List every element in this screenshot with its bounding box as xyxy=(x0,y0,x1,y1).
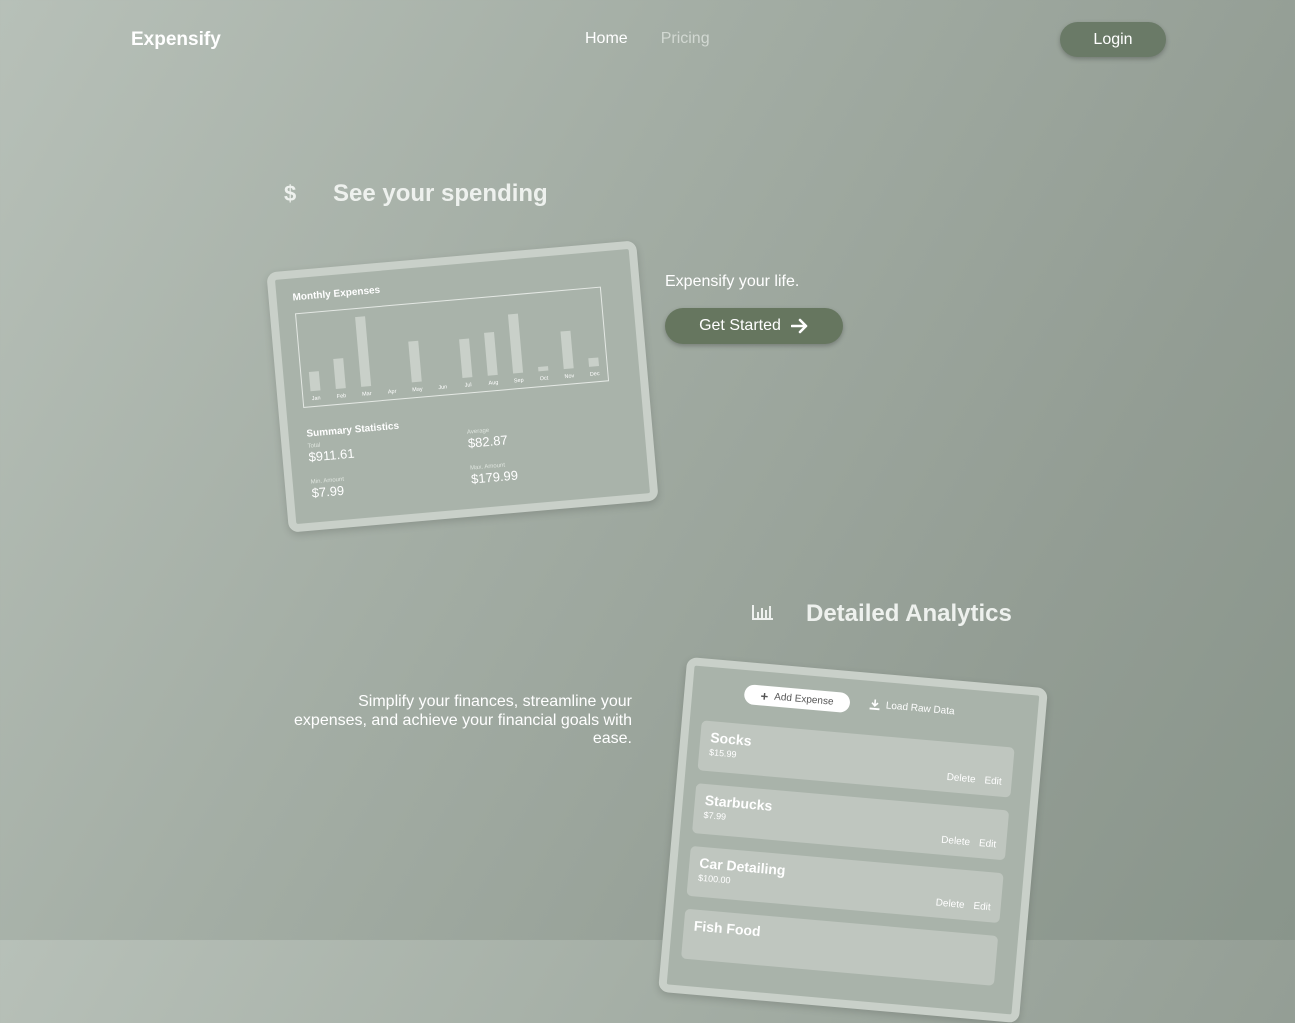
bar-feb xyxy=(333,358,346,390)
expense-amount: $15.99 xyxy=(708,747,737,760)
tick-label-aug: Aug xyxy=(488,380,498,387)
card-title: Monthly Expenses xyxy=(292,284,381,304)
expense-name: Socks xyxy=(709,729,753,749)
analytics-paragraph: Simplify your finances, streamline your … xyxy=(294,693,632,747)
expense-amount: $100.00 xyxy=(697,872,731,886)
bar-sep xyxy=(507,313,524,374)
get-started-button[interactable]: Get Started xyxy=(665,308,843,344)
arrow-right-icon xyxy=(790,318,808,334)
edit-button[interactable]: Edit xyxy=(978,838,996,850)
tick-label-may: May xyxy=(412,386,423,393)
expense-amount: $7.99 xyxy=(703,809,727,822)
edit-button[interactable]: Edit xyxy=(973,901,991,913)
bar-oct xyxy=(538,366,549,372)
nav-pricing[interactable]: Pricing xyxy=(661,30,710,48)
summary-title: Summary Statistics xyxy=(306,420,400,440)
tick-label-apr: Apr xyxy=(388,389,397,396)
monthly-chart: Jan Feb Mar Apr May Jun Jul Aug Sep Oct Nov Dec xyxy=(294,286,610,408)
cta-label: Get Started xyxy=(699,317,781,334)
login-button[interactable]: Login xyxy=(1060,22,1166,57)
bar-dec xyxy=(588,357,600,367)
tick-label-dec: Dec xyxy=(590,371,601,378)
section-title-spending: See your spending xyxy=(333,180,548,207)
stat-max: Max. Amount $179.99 xyxy=(470,462,519,487)
expense-row: Socks $15.99 Delete Edit xyxy=(697,720,1015,798)
bar-may xyxy=(408,340,422,383)
tick-label-sep: Sep xyxy=(514,378,524,385)
bar-jul xyxy=(459,338,473,378)
expense-row: Starbucks $7.99 Delete Edit xyxy=(692,783,1010,861)
stat-average: Average $82.87 xyxy=(467,426,509,451)
bar-chart-icon xyxy=(752,605,773,620)
bar-chart: Jan Feb Mar Apr May Jun Jul Aug Sep Oct Nov Dec xyxy=(308,313,601,402)
stat-value: $82.87 xyxy=(467,432,509,451)
stat-value: $911.61 xyxy=(307,445,356,465)
plus-icon: + xyxy=(760,687,769,704)
add-expense-label: Add Expense xyxy=(773,691,834,708)
tick-label-feb: Feb xyxy=(337,393,347,400)
nav-home[interactable]: Home xyxy=(585,30,628,48)
tick-label-mar: Mar xyxy=(362,391,372,398)
expense-list-card: + Add Expense Load Raw Data Socks $15.99… xyxy=(658,656,1048,1023)
load-raw-data-label: Load Raw Data xyxy=(885,700,955,718)
tagline: Expensify your life. xyxy=(665,273,800,290)
bar-mar xyxy=(355,316,372,387)
delete-button[interactable]: Delete xyxy=(941,835,971,848)
load-raw-data-button[interactable]: Load Raw Data xyxy=(869,699,955,717)
dollar-icon: $ xyxy=(284,181,297,206)
download-icon xyxy=(869,699,880,711)
stat-min: Min. Amount $7.99 xyxy=(311,477,346,501)
delete-button[interactable]: Delete xyxy=(935,897,965,910)
delete-button[interactable]: Delete xyxy=(946,772,976,785)
bar-nov xyxy=(560,330,574,370)
add-expense-button[interactable]: + Add Expense xyxy=(743,684,851,714)
tick-label-jul: Jul xyxy=(464,382,472,389)
brand-logo[interactable]: Expensify xyxy=(131,29,221,51)
section-title-analytics: Detailed Analytics xyxy=(806,600,1012,627)
main-nav: Home Pricing xyxy=(585,30,710,48)
edit-button[interactable]: Edit xyxy=(984,775,1002,787)
tick-label-jun: Jun xyxy=(438,384,447,391)
tick-label-nov: Nov xyxy=(564,373,575,380)
stat-value: $7.99 xyxy=(311,482,345,501)
expense-row: Car Detailing $100.00 Delete Edit xyxy=(686,845,1004,924)
monthly-expenses-card: Monthly Expenses Jan Feb Mar Apr May Jun Jul Au… xyxy=(266,240,659,533)
stat-value: $179.99 xyxy=(470,467,519,487)
expense-name: Fish Food xyxy=(693,917,762,940)
expense-row: Fish Food xyxy=(681,908,999,986)
tick-label-oct: Oct xyxy=(540,375,550,382)
bar-jan xyxy=(308,371,321,392)
stat-total: Total $911.61 xyxy=(307,440,355,465)
bar-aug xyxy=(484,331,498,376)
tick-label-jan: Jan xyxy=(312,395,321,402)
